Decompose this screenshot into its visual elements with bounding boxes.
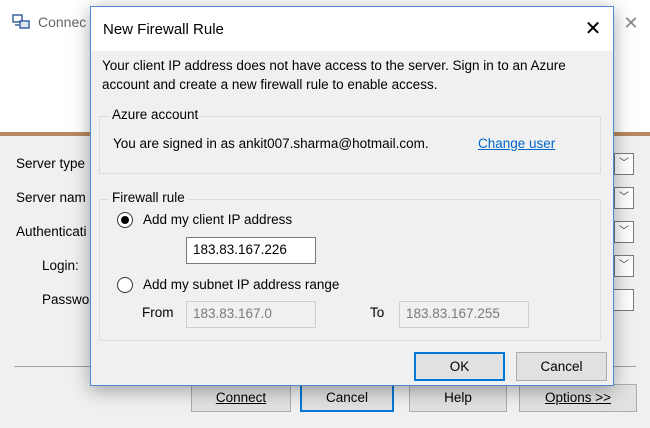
connect-button[interactable]: Connect [191, 384, 291, 412]
server-name-label: Server nam [16, 190, 86, 205]
to-ip-input[interactable]: 183.83.167.255 [399, 301, 529, 328]
client-ip-radio[interactable] [117, 212, 133, 228]
subnet-range-radio[interactable] [117, 277, 133, 293]
authentication-label: Authenticati [16, 224, 87, 239]
dialog-title: New Firewall Rule [103, 21, 224, 38]
password-label: Passwo [42, 292, 90, 307]
dialog-titlebar: New Firewall Rule ✕ [91, 7, 613, 51]
client-ip-input[interactable]: 183.83.167.226 [186, 237, 316, 264]
dialog-cancel-button[interactable]: Cancel [516, 352, 607, 381]
connect-button-label: Connect [215, 390, 267, 405]
chevron-down-icon: ﹀ [619, 192, 629, 203]
signed-in-text: You are signed in as ankit007.sharma@hot… [113, 136, 429, 151]
azure-account-group-title: Azure account [109, 107, 202, 122]
background-title: Connec [38, 14, 87, 30]
server-type-dropdown[interactable]: ﹀ [614, 153, 634, 175]
help-button[interactable]: Help [409, 384, 507, 412]
help-button-label: Help [444, 390, 472, 405]
server-connect-icon [12, 14, 30, 30]
options-button-label: Options >> [544, 390, 612, 405]
background-close-icon[interactable]: ✕ [612, 8, 650, 38]
login-dropdown[interactable]: ﹀ [614, 255, 634, 277]
dialog-message: Your client IP address does not have acc… [102, 58, 566, 92]
server-type-label: Server type [16, 156, 86, 171]
background-cancel-label: Cancel [325, 390, 369, 405]
to-label: To [370, 305, 385, 320]
server-name-dropdown[interactable]: ﹀ [614, 187, 634, 209]
chevron-down-icon: ﹀ [619, 226, 629, 237]
from-ip-input[interactable]: 183.83.167.0 [186, 301, 316, 328]
new-firewall-rule-dialog: New Firewall Rule ✕ Your client IP addre… [90, 6, 614, 386]
options-button[interactable]: Options >> [519, 384, 637, 412]
ok-button-label: OK [449, 359, 470, 374]
authentication-dropdown[interactable]: ﹀ [614, 221, 634, 243]
client-ip-radio-label[interactable]: Add my client IP address [143, 212, 292, 227]
dialog-cancel-label: Cancel [540, 359, 583, 374]
chevron-down-icon: ﹀ [619, 158, 629, 169]
from-label: From [142, 305, 174, 320]
close-icon[interactable]: ✕ [579, 15, 607, 43]
chevron-down-icon: ﹀ [619, 260, 629, 271]
firewall-rule-group-title: Firewall rule [109, 190, 188, 205]
ok-button[interactable]: OK [414, 352, 505, 381]
change-user-link[interactable]: Change user [478, 136, 555, 151]
background-cancel-button[interactable]: Cancel [300, 384, 394, 412]
login-label: Login: [42, 258, 79, 273]
subnet-range-radio-label[interactable]: Add my subnet IP address range [143, 277, 339, 292]
password-field[interactable] [614, 289, 634, 311]
radio-selected-dot [121, 216, 129, 224]
